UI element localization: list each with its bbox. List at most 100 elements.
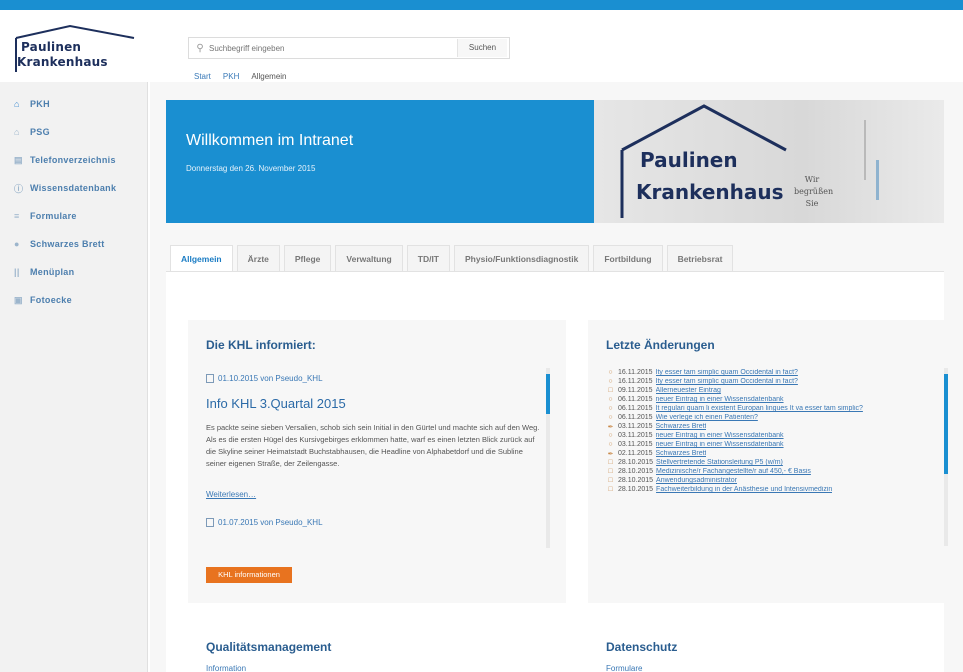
- change-link[interactable]: neuer Eintrag in einer Wissensdatenbank: [656, 441, 784, 448]
- post-meta[interactable]: 01.07.2015 von Pseudo_KHL: [206, 518, 323, 527]
- tab-bar: Allgemein Ärzte Pflege Verwaltung TD/IT …: [166, 243, 944, 271]
- document-icon: [206, 374, 214, 383]
- read-more-link[interactable]: Weiterlesen…: [206, 490, 256, 499]
- change-date: 02.11.2015: [618, 450, 653, 457]
- change-date: 03.11.2015: [618, 423, 653, 430]
- change-type-icon: ○: [608, 414, 613, 421]
- sidebar: ⌂ PKH ⌂ PSG ▤ Telefonverzeichnis ⓘ Wissensda…: [0, 82, 148, 672]
- breadcrumb-start[interactable]: Start: [194, 72, 211, 81]
- change-link[interactable]: Schwarzes Brett: [656, 423, 707, 430]
- info-scrollbar[interactable]: [546, 368, 550, 548]
- change-item[interactable]: ○ 06.11.2015 Wie verlege ich einen Patient…: [606, 413, 936, 422]
- sidebar-item-menueplan[interactable]: || Menüplan: [0, 258, 147, 286]
- change-item[interactable]: ○ 06.11.2015 It regulari quam li existent …: [606, 404, 936, 413]
- top-accent-bar: [0, 0, 963, 10]
- sidebar-item-psg[interactable]: ⌂ PSG: [0, 118, 147, 146]
- search-bar: ⚲ Suchen: [188, 37, 510, 59]
- post-title[interactable]: Info KHL 3.Quartal 2015: [206, 396, 346, 411]
- search-button[interactable]: Suchen: [457, 39, 507, 57]
- camera-icon: ▣: [14, 294, 23, 305]
- change-date: 28.10.2015: [618, 468, 654, 475]
- info-card: Die KHL informiert: 01.10.2015 von Pseud…: [188, 320, 566, 603]
- change-item[interactable]: ✒ 03.11.2015 Schwarzes Brett: [606, 422, 936, 431]
- home-icon: ⌂: [14, 99, 20, 109]
- change-link[interactable]: Wie verlege ich einen Patienten?: [656, 414, 758, 421]
- change-link[interactable]: Ity esser tam simplic quam Occidental in…: [656, 369, 798, 376]
- change-link[interactable]: Schwarzes Brett: [656, 450, 707, 457]
- sidebar-item-fotoecke[interactable]: ▣ Fotoecke: [0, 286, 147, 314]
- sidebar-item-telefonverzeichnis[interactable]: ▤ Telefonverzeichnis: [0, 146, 147, 174]
- change-type-icon: □: [608, 459, 613, 466]
- tab-betriebsrat[interactable]: Betriebsrat: [666, 245, 734, 271]
- sidebar-item-formulare[interactable]: ≡ Formulare: [0, 202, 147, 230]
- khl-informationen-button[interactable]: KHL informationen: [206, 567, 292, 583]
- search-input[interactable]: [209, 38, 457, 58]
- tab-td-it[interactable]: TD/IT: [406, 245, 450, 271]
- change-link[interactable]: neuer Eintrag in einer Wissensdatenbank: [656, 432, 784, 439]
- change-item[interactable]: ✒ 02.11.2015 Schwarzes Brett: [606, 449, 936, 458]
- change-date: 16.11.2015: [618, 378, 653, 385]
- tab-aerzte[interactable]: Ärzte: [236, 245, 280, 271]
- document-icon: [206, 518, 214, 527]
- change-type-icon: ✒: [607, 423, 614, 431]
- change-type-icon: ○: [608, 378, 613, 385]
- breadcrumb: Start PKH Allgemein: [194, 72, 287, 81]
- pin-icon: ●: [14, 239, 20, 249]
- change-item[interactable]: ○ 03.11.2015 neuer Eintrag in einer Wissen…: [606, 431, 936, 440]
- banner-greeting: Wir begrüßen Sie: [794, 175, 834, 208]
- sidebar-item-wissensdatenbank[interactable]: ⓘ Wissensdatenbank: [0, 174, 147, 202]
- change-item[interactable]: □ 28.10.2015 Medizinische/r Fachangestellt…: [606, 467, 936, 476]
- change-type-icon: □: [608, 477, 613, 484]
- info-scrollbar-thumb[interactable]: [546, 374, 550, 414]
- breadcrumb-current: Allgemein: [251, 72, 287, 81]
- changes-card-title: Letzte Änderungen: [606, 338, 715, 352]
- phone-book-icon: ▤: [14, 154, 23, 165]
- info-icon: ⓘ: [14, 183, 24, 194]
- change-link[interactable]: Fachweiterbildung in der Anästhesie und …: [656, 486, 832, 493]
- change-item[interactable]: ○ 06.11.2015 neuer Eintrag in einer Wissen…: [606, 395, 936, 404]
- tab-fortbildung[interactable]: Fortbildung: [593, 245, 663, 271]
- change-item[interactable]: □ 09.11.2015 Allerneuester Eintrag: [606, 386, 936, 395]
- change-date: 16.11.2015: [618, 369, 653, 376]
- change-item[interactable]: □ 28.10.2015 Stellvertretende Stationsleit…: [606, 458, 936, 467]
- building-icon: ⌂: [14, 127, 20, 137]
- changes-scrollbar[interactable]: [944, 368, 948, 546]
- change-type-icon: □: [608, 468, 613, 475]
- change-link[interactable]: Allerneuester Eintrag: [656, 387, 721, 394]
- section-sub-datenschutz[interactable]: Formulare: [606, 664, 642, 672]
- tab-physio[interactable]: Physio/Funktionsdiagnostik: [454, 245, 590, 271]
- banner-logo-line2: Krankenhaus: [636, 180, 784, 204]
- change-type-icon: □: [608, 387, 613, 394]
- change-link[interactable]: Anwendungsadministrator: [656, 477, 737, 484]
- section-title-qm: Qualitätsmanagement: [206, 640, 332, 654]
- changes-scrollbar-thumb[interactable]: [944, 374, 948, 474]
- tab-allgemein[interactable]: Allgemein: [170, 245, 233, 271]
- change-link[interactable]: Medizinische/r Fachangestellte/r auf 450…: [656, 468, 811, 475]
- change-item[interactable]: □ 28.10.2015 Fachweiterbildung in der Anäs…: [606, 485, 936, 494]
- sidebar-item-schwarzes-brett[interactable]: ● Schwarzes Brett: [0, 230, 147, 258]
- change-item[interactable]: □ 28.10.2015 Anwendungsadministrator: [606, 476, 936, 485]
- change-date: 06.11.2015: [618, 396, 653, 403]
- banner-title: Willkommen im Intranet: [186, 132, 354, 149]
- cutlery-icon: ||: [14, 267, 20, 277]
- change-item[interactable]: ○ 03.11.2015 neuer Eintrag in einer Wissen…: [606, 440, 936, 449]
- change-date: 03.11.2015: [618, 432, 653, 439]
- logo[interactable]: Paulinen Krankenhaus: [12, 24, 138, 76]
- change-date: 09.11.2015: [618, 387, 653, 394]
- section-sub-qm[interactable]: Information: [206, 664, 246, 672]
- sidebar-item-pkh[interactable]: ⌂ PKH: [0, 90, 147, 118]
- tab-verwaltung[interactable]: Verwaltung: [335, 245, 403, 271]
- banner-date: Donnerstag den 26. November 2015: [186, 164, 316, 173]
- banner-image: Paulinen Krankenhaus Wir begrüßen Sie: [594, 100, 944, 223]
- change-link[interactable]: Stellvertretende Stationsleitung P5 (w/m…: [656, 459, 783, 466]
- breadcrumb-pkh[interactable]: PKH: [223, 72, 239, 81]
- tab-pflege[interactable]: Pflege: [283, 245, 332, 271]
- change-link[interactable]: Ity esser tam simplic quam Occidental in…: [656, 378, 798, 385]
- change-item[interactable]: ○ 16.11.2015 Ity esser tam simplic quam Oc…: [606, 377, 936, 386]
- change-link[interactable]: It regulari quam li existent Europan lin…: [656, 405, 863, 412]
- post-body: Es packte seine sieben Versalien, schob …: [206, 423, 540, 468]
- change-type-icon: ○: [608, 441, 613, 448]
- post-meta[interactable]: 01.10.2015 von Pseudo_KHL: [206, 374, 323, 383]
- change-link[interactable]: neuer Eintrag in einer Wissensdatenbank: [656, 396, 784, 403]
- change-item[interactable]: ○ 16.11.2015 Ity esser tam simplic quam Oc…: [606, 368, 936, 377]
